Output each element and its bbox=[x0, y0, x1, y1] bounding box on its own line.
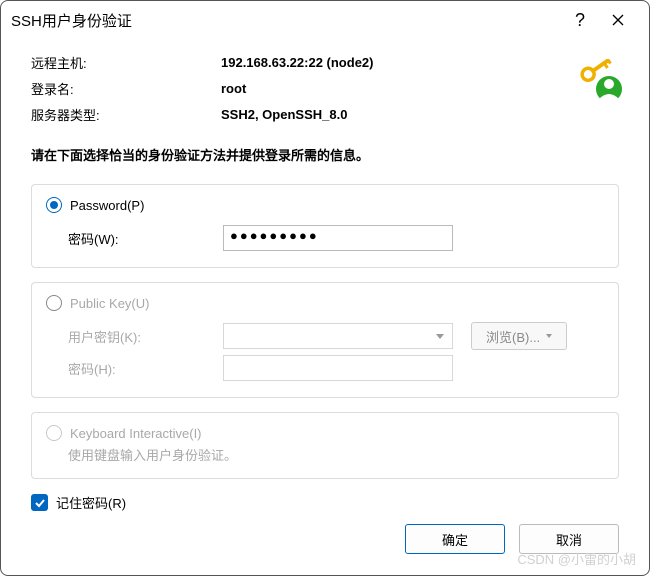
password-field-label: 密码(W): bbox=[68, 229, 223, 248]
publickey-radio-row[interactable]: Public Key(U) bbox=[46, 295, 604, 311]
titlebar: SSH用户身份验证 ? bbox=[1, 1, 649, 39]
check-icon bbox=[34, 497, 46, 509]
ssh-auth-dialog: SSH用户身份验证 ? 远程主机: 192.168.63.22:22 (node… bbox=[0, 0, 650, 576]
browse-button[interactable]: 浏览(B)... bbox=[471, 322, 567, 350]
server-type-value: SSH2, OpenSSH_8.0 bbox=[221, 107, 347, 122]
auth-icon bbox=[579, 59, 627, 107]
connection-info: 远程主机: 192.168.63.22:22 (node2) 登录名: root… bbox=[31, 49, 619, 127]
close-icon bbox=[612, 14, 624, 26]
cancel-button[interactable]: 取消 bbox=[519, 524, 619, 554]
password-radio-label: Password(P) bbox=[70, 198, 144, 213]
keyboard-radio-label: Keyboard Interactive(I) bbox=[70, 426, 202, 441]
publickey-radio-label: Public Key(U) bbox=[70, 296, 149, 311]
remember-row[interactable]: 记住密码(R) bbox=[31, 493, 619, 512]
ok-button-label: 确定 bbox=[442, 530, 468, 549]
keyboard-radio bbox=[46, 425, 62, 441]
remember-checkbox[interactable] bbox=[31, 494, 48, 511]
instruction-text: 请在下面选择恰当的身份验证方法并提供登录所需的信息。 bbox=[31, 145, 619, 164]
passphrase-input bbox=[223, 355, 453, 381]
browse-button-label: 浏览(B)... bbox=[486, 327, 540, 346]
cancel-button-label: 取消 bbox=[556, 530, 582, 549]
close-button[interactable] bbox=[599, 5, 637, 35]
password-group: Password(P) 密码(W): ●●●●●●●●● bbox=[31, 184, 619, 268]
password-radio-row[interactable]: Password(P) bbox=[46, 197, 604, 213]
dialog-title: SSH用户身份验证 bbox=[11, 10, 561, 31]
login-value: root bbox=[221, 81, 246, 96]
dialog-content: 远程主机: 192.168.63.22:22 (node2) 登录名: root… bbox=[1, 39, 649, 575]
userkey-label: 用户密钥(K): bbox=[68, 327, 223, 346]
keyboard-radio-row: Keyboard Interactive(I) bbox=[46, 425, 604, 441]
keyboard-desc: 使用键盘输入用户身份验证。 bbox=[68, 445, 604, 464]
ok-button[interactable]: 确定 bbox=[405, 524, 505, 554]
password-input[interactable]: ●●●●●●●●● bbox=[223, 225, 453, 251]
publickey-radio[interactable] bbox=[46, 295, 62, 311]
remote-host-value: 192.168.63.22:22 (node2) bbox=[221, 55, 373, 70]
server-type-label: 服务器类型: bbox=[31, 105, 221, 124]
login-label: 登录名: bbox=[31, 79, 221, 98]
remote-host-label: 远程主机: bbox=[31, 53, 221, 72]
button-row: 确定 取消 bbox=[31, 524, 619, 554]
keyboard-group: Keyboard Interactive(I) 使用键盘输入用户身份验证。 bbox=[31, 412, 619, 479]
passphrase-label: 密码(H): bbox=[68, 359, 223, 378]
userkey-combo[interactable] bbox=[223, 323, 453, 349]
password-radio[interactable] bbox=[46, 197, 62, 213]
help-button[interactable]: ? bbox=[561, 5, 599, 35]
remember-label: 记住密码(R) bbox=[56, 493, 126, 512]
publickey-group: Public Key(U) 用户密钥(K): 浏览(B)... 密码(H): bbox=[31, 282, 619, 398]
